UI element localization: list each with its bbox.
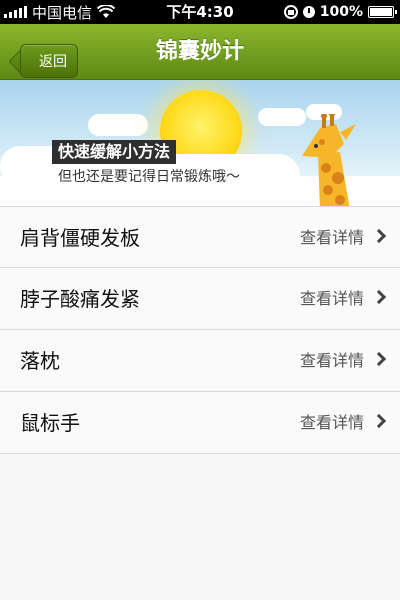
cloud-decoration bbox=[88, 114, 148, 136]
item-title: 肩背僵硬发板 bbox=[20, 226, 140, 250]
chevron-right-icon bbox=[371, 228, 387, 244]
battery-percent: 100% bbox=[319, 4, 363, 20]
view-details-link[interactable]: 查看详情 bbox=[300, 392, 364, 454]
status-right: 100% bbox=[283, 0, 397, 24]
chevron-right-icon bbox=[371, 289, 387, 305]
banner: 快速缓解小方法 但也还是要记得日常锻炼哦～ bbox=[0, 80, 400, 206]
status-left: 中国电信 bbox=[4, 0, 116, 24]
signal-icon bbox=[4, 6, 27, 18]
list-item[interactable]: 脖子酸痛发紧 查看详情 bbox=[0, 268, 400, 330]
view-details-link[interactable]: 查看详情 bbox=[300, 330, 364, 392]
status-bar: 中国电信 下午4:30 100% bbox=[0, 0, 400, 24]
list-item[interactable]: 肩背僵硬发板 查看详情 bbox=[0, 206, 400, 268]
giraffe-illustration bbox=[302, 114, 356, 206]
back-button[interactable]: 返回 bbox=[20, 44, 78, 78]
item-title: 鼠标手 bbox=[20, 411, 80, 435]
wifi-icon bbox=[97, 5, 116, 18]
carrier-label: 中国电信 bbox=[32, 3, 93, 22]
item-title: 落枕 bbox=[20, 349, 60, 373]
banner-subtitle: 但也还是要记得日常锻炼哦～ bbox=[58, 169, 240, 185]
rotation-lock-icon bbox=[283, 5, 298, 19]
view-details-link[interactable]: 查看详情 bbox=[300, 268, 364, 330]
battery-fill bbox=[370, 8, 392, 16]
chevron-right-icon bbox=[371, 351, 387, 367]
alarm-icon bbox=[302, 6, 315, 18]
list-item[interactable]: 鼠标手 查看详情 bbox=[0, 392, 400, 454]
chevron-right-icon bbox=[371, 413, 387, 429]
list-item[interactable]: 落枕 查看详情 bbox=[0, 330, 400, 392]
battery-icon bbox=[368, 6, 397, 18]
item-title: 脖子酸痛发紧 bbox=[20, 287, 140, 311]
navigation-bar: 返回 锦囊妙计 bbox=[0, 24, 400, 80]
view-details-link[interactable]: 查看详情 bbox=[300, 207, 364, 269]
tips-list: 肩背僵硬发板 查看详情 脖子酸痛发紧 查看详情 落枕 查看详情 鼠标手 查看详情 bbox=[0, 206, 400, 454]
banner-tag: 快速缓解小方法 bbox=[52, 140, 177, 164]
